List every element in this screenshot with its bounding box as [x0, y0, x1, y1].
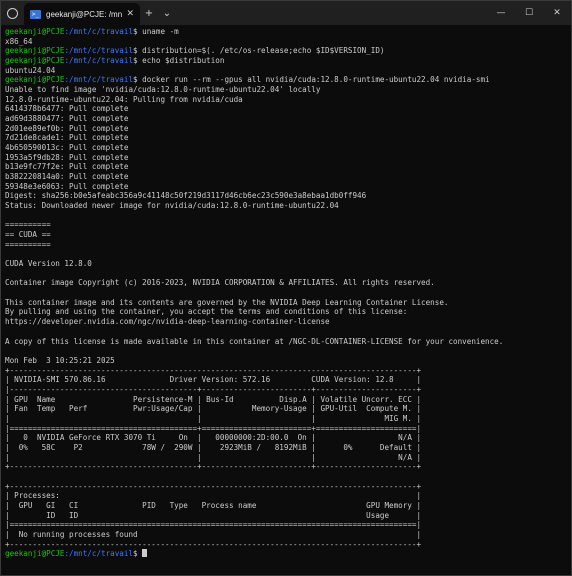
terminal-window: >_ geekanji@PCJE: /mnt/c/travail ✕ + ⌄ —… [0, 0, 572, 576]
output-line: | No running processes found | [5, 529, 422, 539]
new-tab-button[interactable]: + [140, 8, 158, 19]
output-line: CUDA Version 12.8.0 [5, 259, 92, 269]
output-line: Unable to find image 'nvidia/cuda:12.8.0… [5, 85, 321, 95]
output-line: b382220814a0: Pull complete [5, 172, 129, 182]
prompt-user: geekanji@PCJE [5, 56, 65, 66]
close-tab-icon[interactable]: ✕ [126, 9, 134, 19]
output-line: 1953a5f9db28: Pull complete [5, 152, 129, 162]
output-line: ========== [5, 220, 51, 230]
command-text: $ [133, 549, 143, 559]
output-line: +---------------------------------------… [5, 462, 422, 472]
output-line: b13e9fc77f2e: Pull complete [5, 162, 129, 172]
prompt-line: geekanji@PCJE:/mnt/c/travail$ docker run… [5, 75, 565, 85]
output-line: x86_64 [5, 36, 33, 46]
command-text: $ uname -m [133, 27, 179, 36]
window-controls: — ☐ ✕ [487, 1, 571, 25]
output-line: 59348e3e6063: Pull complete [5, 181, 129, 191]
output-line: By pulling and using the container, you … [5, 307, 408, 317]
command-text: $ distribution=$(. /etc/os-release;echo … [133, 46, 385, 56]
output-line: +---------------------------------------… [5, 539, 422, 549]
output-line: https://developer.nvidia.com/ngc/nvidia-… [5, 317, 330, 327]
output-line: | GPU Name Persistence-M | Bus-Id Disp.A… [5, 394, 422, 404]
output-line: 7d21de8cade1: Pull complete [5, 133, 129, 143]
terminal-tab[interactable]: >_ geekanji@PCJE: /mnt/c/travail ✕ [24, 3, 140, 25]
prompt-line: geekanji@PCJE:/mnt/c/travail$ [5, 549, 565, 559]
output-line: Mon Feb 3 10:25:21 2025 [5, 355, 115, 365]
output-line: +---------------------------------------… [5, 481, 422, 491]
minimize-button[interactable]: — [487, 8, 515, 18]
output-line: ubuntu24.04 [5, 65, 56, 75]
prompt-user: geekanji@PCJE [5, 46, 65, 56]
prompt-path: :/mnt/c/travail [64, 75, 134, 85]
tab-title: geekanji@PCJE: /mnt/c/travail [46, 9, 123, 19]
output-line: 6414378b6477: Pull complete [5, 104, 129, 114]
output-line: 4b650590013c: Pull complete [5, 143, 129, 153]
output-line: 2d01ee89ef0b: Pull complete [5, 123, 129, 133]
text-cursor [142, 549, 148, 558]
output-line: Status: Downloaded newer image for nvidi… [5, 201, 339, 211]
output-line: +---------------------------------------… [5, 365, 422, 375]
output-line: ========== [5, 239, 51, 249]
output-line: | Fan Temp Perf Pwr:Usage/Cap | Memory-U… [5, 404, 422, 414]
output-line: | | | MIG M. | [5, 413, 422, 423]
output-line: | Processes: | [5, 491, 422, 501]
output-line: == CUDA == [5, 230, 51, 240]
close-button[interactable]: ✕ [543, 8, 571, 18]
output-line: This container image and its contents ar… [5, 297, 449, 307]
output-line: | NVIDIA-SMI 570.86.16 Driver Version: 5… [5, 375, 422, 385]
output-line: Digest: sha256:b0e5afeabc356a9c41148c50f… [5, 191, 367, 201]
command-text: $ docker run --rm --gpus all nvidia/cuda… [133, 75, 490, 85]
output-line: | 0% 58C P2 78W / 290W | 2923MiB / 8192M… [5, 442, 422, 452]
output-line: | ID ID Usage | [5, 510, 422, 520]
prompt-path: :/mnt/c/travail [64, 27, 134, 36]
output-line: | | | N/A | [5, 452, 422, 462]
chevron-down-icon[interactable]: ⌄ [158, 8, 176, 19]
maximize-button[interactable]: ☐ [515, 8, 543, 18]
output-line: |---------------------------------------… [5, 384, 422, 394]
window-menu-icon[interactable] [7, 7, 18, 19]
output-line: | 0 NVIDIA GeForce RTX 3070 Ti On | 0000… [5, 433, 422, 443]
linux-shell-icon: >_ [30, 9, 41, 19]
output-line: |=======================================… [5, 520, 422, 530]
prompt-user: geekanji@PCJE [5, 75, 65, 85]
title-bar: >_ geekanji@PCJE: /mnt/c/travail ✕ + ⌄ —… [1, 1, 571, 25]
output-line: A copy of this license is made available… [5, 336, 504, 346]
scrollbar[interactable] [566, 27, 570, 573]
output-line: Container image Copyright (c) 2016-2023,… [5, 278, 435, 288]
output-line: |=======================================… [5, 423, 422, 433]
prompt-line: geekanji@PCJE:/mnt/c/travail$ echo $dist… [5, 56, 565, 66]
output-line: | GPU GI CI PID Type Process name GPU Me… [5, 500, 422, 510]
prompt-path: :/mnt/c/travail [64, 549, 134, 559]
prompt-user: geekanji@PCJE [5, 27, 65, 36]
terminal-output[interactable]: geekanji@PCJE:/mnt/c/travail$ uname -m x8… [5, 27, 565, 573]
output-line: ad69d3880477: Pull complete [5, 114, 129, 124]
prompt-line: geekanji@PCJE:/mnt/c/travail$ distributi… [5, 46, 565, 56]
prompt-path: :/mnt/c/travail [64, 46, 134, 56]
output-line: 12.8.0-runtime-ubuntu22.04: Pulling from… [5, 94, 243, 104]
prompt-line: geekanji@PCJE:/mnt/c/travail$ uname -m [5, 27, 565, 37]
command-text: $ echo $distribution [133, 56, 225, 66]
prompt-path: :/mnt/c/travail [64, 56, 134, 66]
prompt-user: geekanji@PCJE [5, 549, 65, 559]
